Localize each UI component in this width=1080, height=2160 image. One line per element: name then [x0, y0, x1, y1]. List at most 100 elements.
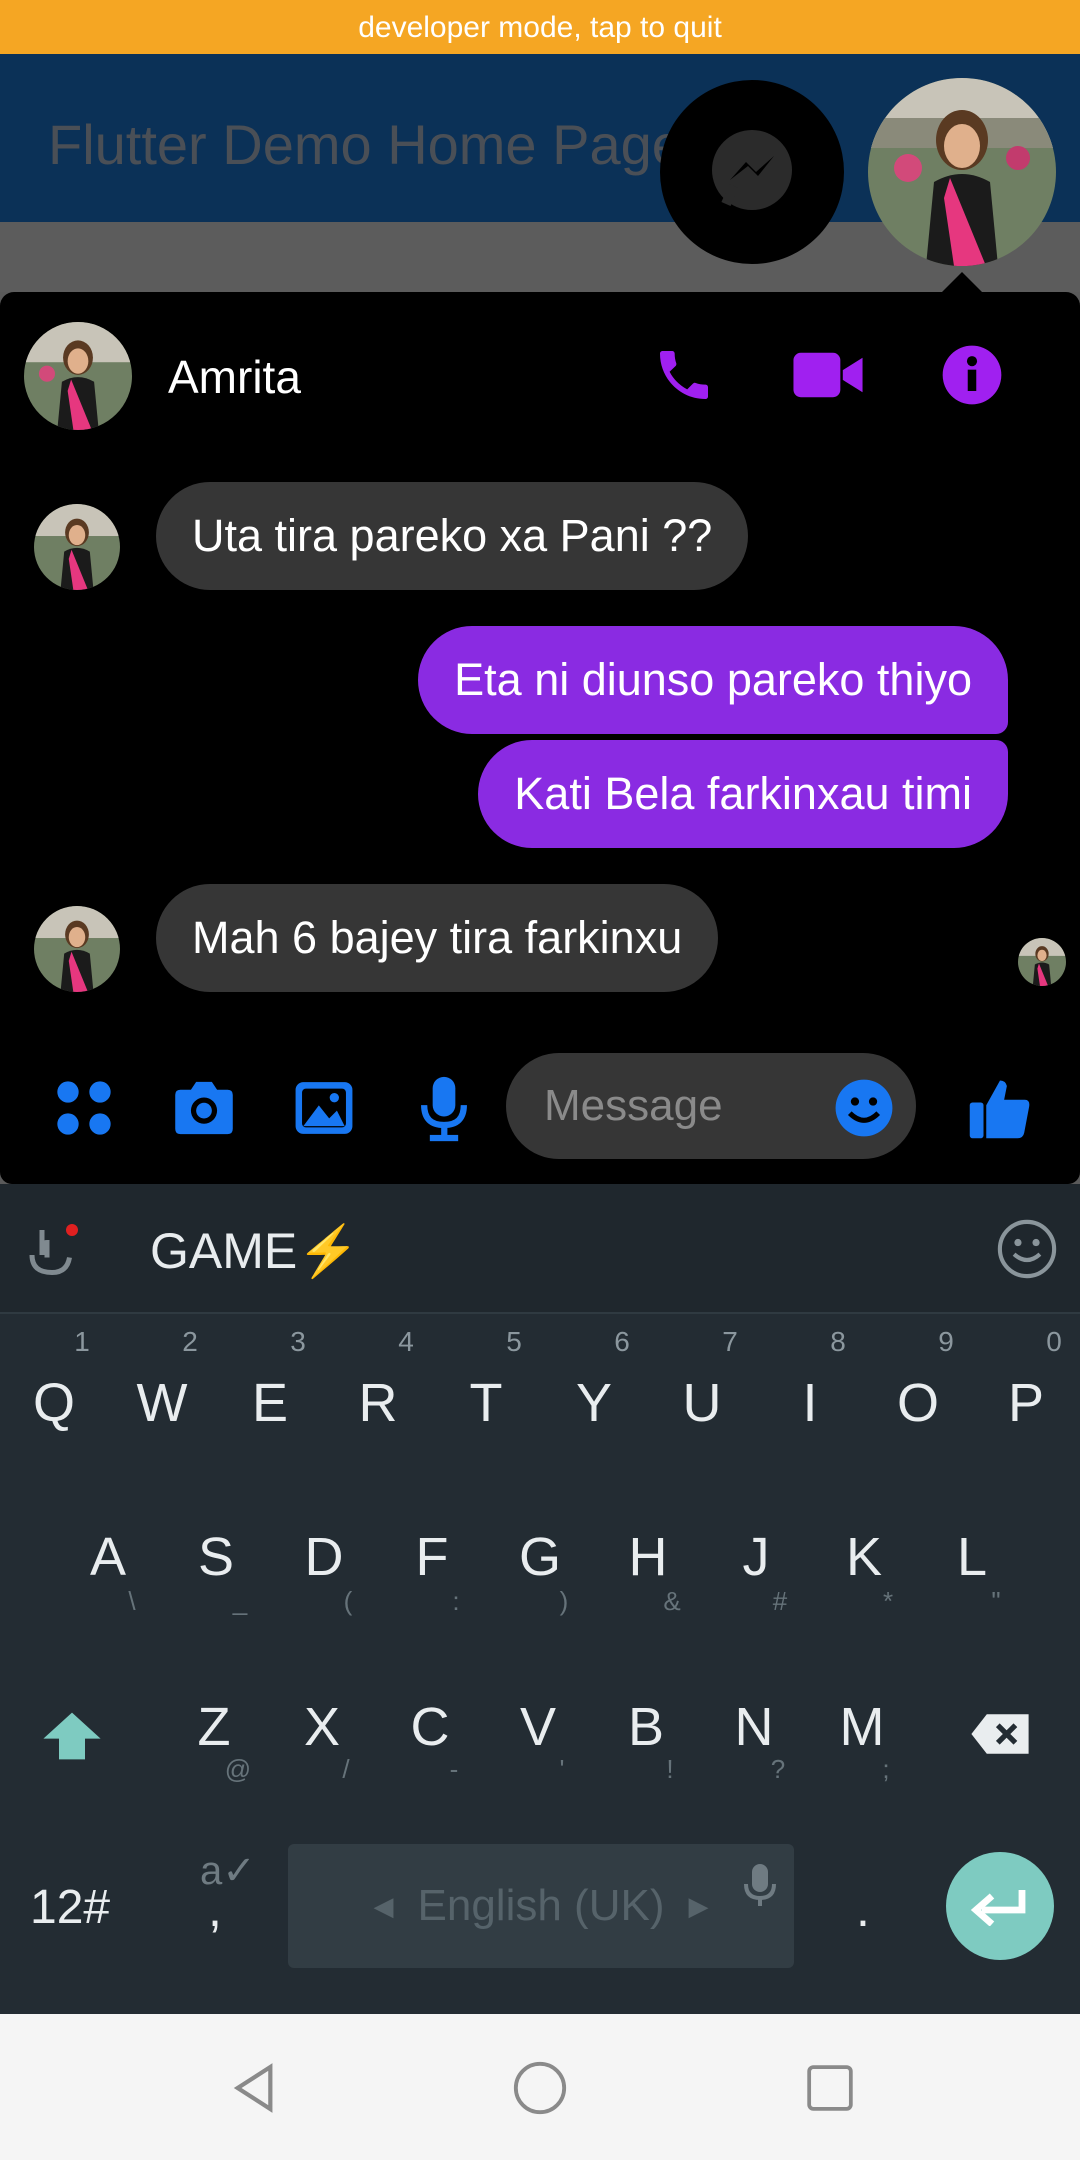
phone-icon: [660, 351, 708, 399]
message-avatar: [34, 906, 120, 992]
key-hint: ?: [770, 1754, 786, 1784]
enter-key[interactable]: [946, 1852, 1054, 1960]
space-mic-icon: [742, 1862, 778, 1915]
key-n[interactable]: N: [704, 1696, 804, 1758]
key-b[interactable]: B: [596, 1696, 696, 1758]
key-hint: 8: [830, 1326, 846, 1357]
key-i[interactable]: I: [760, 1372, 860, 1434]
chat-head-pointer: [940, 272, 984, 294]
like-button[interactable]: [962, 1070, 1038, 1146]
keyboard-emoji-button[interactable]: [996, 1218, 1058, 1285]
key-e[interactable]: E: [220, 1372, 320, 1434]
key-l[interactable]: L: [922, 1526, 1022, 1588]
key-hint: /: [342, 1754, 350, 1784]
backspace-key[interactable]: [968, 1712, 1032, 1761]
language-right-arrow-icon: ▶: [688, 1890, 709, 1921]
emoji-button[interactable]: [826, 1070, 902, 1146]
message-avatar: [34, 504, 120, 590]
message-bubble-outgoing[interactable]: Kati Bela farkinxau timi: [478, 740, 1008, 848]
key-hint: 7: [722, 1326, 738, 1357]
symbols-key[interactable]: 12#: [30, 1880, 110, 1935]
key-x[interactable]: X: [272, 1696, 372, 1758]
language-left-arrow-icon: ◀: [373, 1890, 394, 1921]
message-text-field[interactable]: [542, 1080, 826, 1132]
key-v[interactable]: V: [488, 1696, 588, 1758]
developer-mode-banner[interactable]: developer mode, tap to quit: [0, 0, 1080, 54]
info-button[interactable]: [932, 340, 1012, 410]
keyboard-divider: [0, 1312, 1080, 1314]
messenger-chat-head[interactable]: [660, 80, 844, 264]
key-hint: *: [882, 1586, 894, 1616]
shift-key[interactable]: [40, 1710, 104, 1767]
key-hint: !: [666, 1754, 674, 1784]
key-c[interactable]: C: [380, 1696, 480, 1758]
contact-chat-head-avatar[interactable]: [868, 78, 1056, 266]
recents-icon: [807, 2065, 853, 2111]
comma-key[interactable]: ,: [208, 1880, 222, 1938]
thumbs-up-icon: [969, 1080, 1030, 1139]
back-button[interactable]: [218, 2052, 290, 2124]
key-h[interactable]: H: [598, 1526, 698, 1588]
key-hint: 9: [938, 1326, 954, 1357]
mic-icon: [421, 1076, 467, 1142]
home-button[interactable]: [504, 2052, 576, 2124]
key-m[interactable]: M: [812, 1696, 912, 1758]
key-hint: ;: [882, 1754, 890, 1784]
message-bubble-incoming[interactable]: Mah 6 bajey tira farkinxu: [156, 884, 719, 992]
key-j[interactable]: J: [706, 1526, 806, 1588]
gesture-typing-button[interactable]: [22, 1220, 82, 1285]
key-u[interactable]: U: [652, 1372, 752, 1434]
key-hint: (: [343, 1586, 353, 1616]
chat-panel: [0, 292, 1080, 1184]
key-a[interactable]: A: [58, 1526, 158, 1588]
space-key[interactable]: ◀ English (UK) ▶: [288, 1844, 794, 1968]
emoji-icon: [997, 1219, 1057, 1279]
key-hint: &: [663, 1586, 681, 1616]
apps-button[interactable]: [46, 1070, 122, 1146]
language-label: English (UK): [417, 1881, 665, 1930]
enter-icon: [970, 1890, 1026, 1926]
key-hint: 6: [614, 1326, 630, 1357]
video-icon: [793, 352, 863, 398]
gallery-button[interactable]: [286, 1070, 362, 1146]
message-bubble-incoming[interactable]: Uta tira pareko xa Pani ??: [156, 482, 749, 590]
key-f[interactable]: F: [382, 1526, 482, 1588]
camera-button[interactable]: [166, 1070, 242, 1146]
key-hint: -: [449, 1754, 459, 1784]
hand-gesture-icon: [29, 1224, 78, 1276]
key-hint: 0: [1046, 1326, 1062, 1357]
key-z[interactable]: Z: [164, 1696, 264, 1758]
key-w[interactable]: W: [112, 1372, 212, 1434]
call-button[interactable]: [644, 340, 724, 410]
key-t[interactable]: T: [436, 1372, 536, 1434]
key-hint: 4: [398, 1326, 414, 1357]
home-icon: [513, 2061, 567, 2115]
key-hint: ": [991, 1586, 1001, 1616]
key-hint: @: [224, 1754, 252, 1784]
key-d[interactable]: D: [274, 1526, 374, 1588]
key-hint: ': [559, 1754, 565, 1784]
key-hint: \: [128, 1586, 136, 1616]
key-s[interactable]: S: [166, 1526, 266, 1588]
keyboard-suggestion[interactable]: GAME⚡: [150, 1222, 360, 1281]
message-bubble-outgoing[interactable]: Eta ni diunso pareko thiyo: [418, 626, 1008, 734]
key-r[interactable]: R: [328, 1372, 428, 1434]
key-y[interactable]: Y: [544, 1372, 644, 1434]
contact-name: Amrita: [168, 351, 301, 403]
emoji-icon: [835, 1079, 893, 1137]
period-key[interactable]: .: [856, 1880, 870, 1938]
key-hint: 1: [74, 1326, 90, 1357]
key-p[interactable]: P: [976, 1372, 1076, 1434]
key-g[interactable]: G: [490, 1526, 590, 1588]
key-hint: :: [452, 1586, 460, 1616]
key-k[interactable]: K: [814, 1526, 914, 1588]
video-call-button[interactable]: [788, 340, 868, 410]
backspace-icon: [971, 1714, 1029, 1754]
recents-button[interactable]: [794, 2052, 866, 2124]
key-o[interactable]: O: [868, 1372, 968, 1434]
voice-button[interactable]: [406, 1070, 482, 1146]
contact-avatar[interactable]: [24, 322, 132, 430]
avatar-photo: [868, 78, 1056, 266]
apps-icon: [57, 1081, 111, 1135]
key-q[interactable]: Q: [4, 1372, 104, 1434]
